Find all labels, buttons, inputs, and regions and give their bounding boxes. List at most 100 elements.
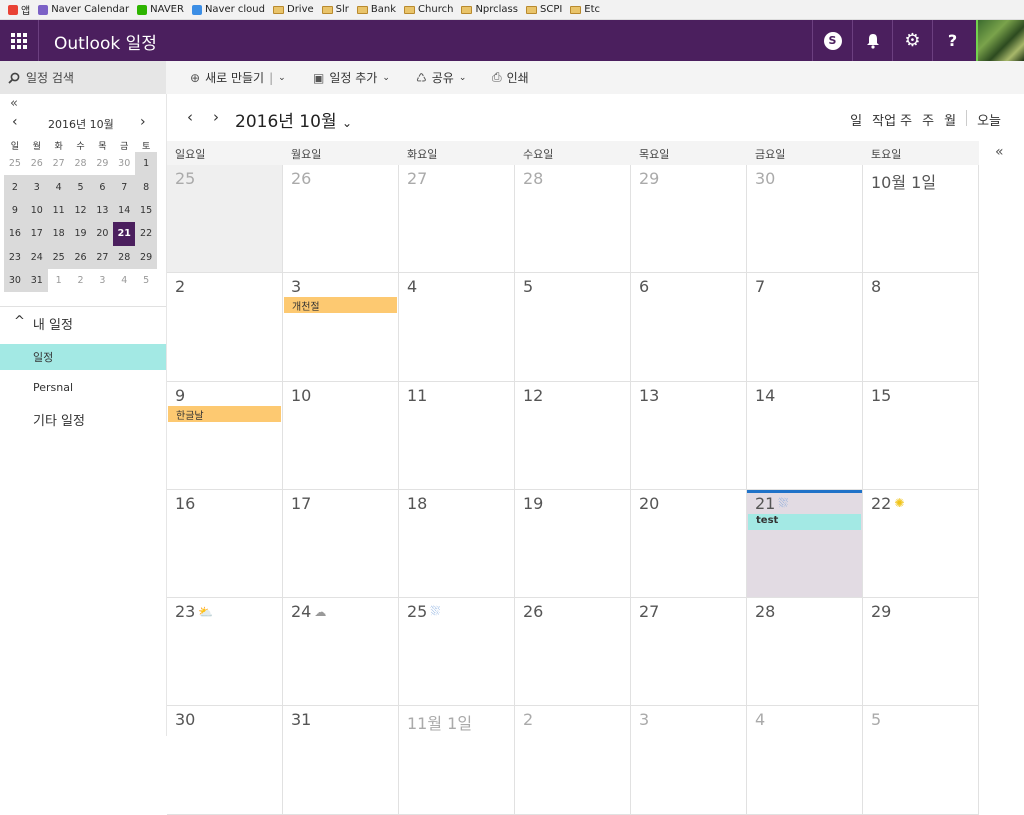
bookmark-item[interactable]: NAVER (137, 4, 184, 15)
day-cell[interactable]: 13 (631, 381, 747, 489)
bookmark-item[interactable]: SCPI (525, 4, 562, 15)
my-calendars-header[interactable]: ^ 내 일정 (14, 314, 73, 333)
mini-day-cell[interactable]: 18 (47, 222, 70, 246)
mini-day-cell[interactable]: 24 (25, 245, 48, 269)
calendar-event[interactable]: test (748, 513, 861, 530)
day-cell[interactable]: 14 (747, 381, 863, 489)
mini-day-cell[interactable]: 28 (113, 245, 136, 269)
view-day-button[interactable]: 일 (850, 110, 862, 129)
day-cell[interactable]: 22 ✺ (863, 489, 979, 598)
search-box[interactable]: 일정 검색 (0, 61, 166, 94)
next-month-icon[interactable]: › (213, 108, 219, 126)
bookmark-item[interactable]: Slr (321, 4, 349, 15)
calendar-item-persnal[interactable]: Persnal (0, 374, 166, 400)
day-cell[interactable]: 18 (399, 489, 515, 598)
mini-prev-month-icon[interactable]: ‹ (12, 114, 18, 130)
day-cell[interactable]: 21 ⛆ test (747, 489, 863, 598)
view-week-button[interactable]: 주 (922, 110, 934, 129)
mini-day-cell[interactable]: 28 (70, 152, 92, 175)
mini-day-cell[interactable]: 29 (91, 152, 113, 175)
settings-button[interactable]: ⚙ (892, 20, 932, 61)
day-cell[interactable]: 4 (399, 273, 515, 381)
day-cell[interactable]: 11 (399, 381, 515, 489)
day-cell[interactable]: 2 (167, 273, 283, 381)
bookmark-item[interactable]: Bank (356, 4, 396, 15)
mini-day-cell[interactable]: 26 (26, 152, 48, 175)
cloud-icon[interactable]: ☁ (314, 605, 326, 619)
day-cell[interactable]: 26 (283, 165, 399, 273)
day-cell[interactable]: 26 (515, 598, 631, 706)
mini-day-cell[interactable]: 4 (113, 269, 135, 292)
mini-day-cell[interactable]: 30 (4, 268, 26, 293)
day-cell[interactable]: 25 ⛆ (399, 598, 515, 706)
avatar[interactable] (976, 20, 1024, 61)
mini-day-cell[interactable]: 21 (113, 222, 136, 246)
mini-day-cell[interactable]: 17 (25, 222, 48, 246)
mini-day-cell[interactable]: 26 (69, 245, 92, 269)
bookmark-item[interactable]: 앱 (8, 2, 30, 17)
bookmark-item[interactable]: Etc (570, 4, 600, 15)
day-cell[interactable]: 5 (863, 706, 979, 814)
day-cell[interactable]: 15 (863, 381, 979, 489)
mini-day-cell[interactable]: 7 (113, 175, 136, 199)
mini-day-cell[interactable]: 27 (91, 245, 114, 269)
mini-day-cell[interactable]: 31 (25, 268, 48, 293)
day-cell[interactable]: 3 개천절 (283, 273, 399, 381)
mini-day-cell[interactable]: 10 (25, 198, 48, 223)
mini-day-cell[interactable]: 6 (91, 175, 114, 199)
mini-day-cell[interactable]: 30 (113, 152, 135, 175)
rain-icon[interactable]: ⛆ (778, 496, 788, 511)
day-cell[interactable]: 11월 1일 (399, 706, 515, 814)
collapse-right-pane-icon[interactable]: « (995, 144, 1004, 160)
mini-day-cell[interactable]: 14 (113, 198, 136, 223)
mini-day-cell[interactable]: 1 (48, 269, 70, 292)
day-cell[interactable]: 9 한글날 (167, 381, 283, 489)
mini-day-cell[interactable]: 29 (135, 245, 158, 269)
day-cell[interactable]: 29 (631, 165, 747, 273)
new-button[interactable]: ⊕ 새로 만들기 | ⌄ (190, 61, 286, 94)
chevron-down-icon[interactable]: ⌄ (278, 73, 286, 83)
mini-day-cell[interactable]: 23 (4, 245, 26, 269)
notifications-button[interactable] (852, 20, 892, 61)
bookmark-item[interactable]: Naver cloud (191, 4, 265, 15)
day-cell[interactable]: 10월 1일 (863, 165, 979, 273)
app-launcher-button[interactable] (0, 20, 38, 61)
bookmark-item[interactable]: Nprclass (461, 4, 518, 15)
day-cell[interactable]: 17 (283, 489, 399, 598)
holiday-event[interactable]: 한글날 (168, 405, 281, 422)
day-cell[interactable]: 28 (515, 165, 631, 273)
view-workweek-button[interactable]: 작업 주 (872, 110, 912, 129)
mini-day-cell[interactable]: 11 (47, 198, 70, 223)
day-cell[interactable]: 31 (283, 706, 399, 814)
bookmark-item[interactable]: Drive (273, 4, 314, 15)
today-button[interactable]: 오늘 (977, 110, 1001, 129)
day-cell[interactable]: 19 (515, 489, 631, 598)
day-cell[interactable]: 23 ⛅ (167, 598, 283, 706)
day-cell[interactable]: 25 (167, 165, 283, 273)
mini-day-cell[interactable]: 19 (69, 222, 92, 246)
mini-day-cell[interactable]: 15 (135, 198, 158, 223)
day-cell[interactable]: 20 (631, 489, 747, 598)
other-calendars-header[interactable]: 기타 일정 (33, 410, 85, 429)
day-cell[interactable]: 4 (747, 706, 863, 814)
view-month-button[interactable]: 월 (944, 110, 956, 129)
mini-day-cell[interactable]: 12 (69, 198, 92, 223)
mini-day-cell[interactable]: 20 (91, 222, 114, 246)
bookmark-item[interactable]: Naver Calendar (38, 4, 129, 15)
mini-day-cell[interactable]: 22 (135, 222, 158, 246)
holiday-event[interactable]: 개천절 (284, 297, 397, 314)
skype-button[interactable]: S (812, 20, 852, 61)
mini-day-cell[interactable]: 3 (91, 269, 113, 292)
help-button[interactable]: ? (932, 20, 972, 61)
mini-day-cell[interactable]: 16 (4, 222, 26, 246)
print-button[interactable]: ⎙ 인쇄 (492, 61, 529, 94)
day-cell[interactable]: 24 ☁ (283, 598, 399, 706)
day-cell[interactable]: 10 (283, 381, 399, 489)
share-button[interactable]: ♺ 공유 ⌄ (416, 61, 466, 94)
mini-day-cell[interactable]: 5 (69, 175, 92, 199)
day-cell[interactable]: 2 (515, 706, 631, 814)
day-cell[interactable]: 7 (747, 273, 863, 381)
day-cell[interactable]: 5 (515, 273, 631, 381)
mini-day-cell[interactable]: 8 (135, 175, 158, 199)
mini-day-cell[interactable]: 13 (91, 198, 114, 223)
